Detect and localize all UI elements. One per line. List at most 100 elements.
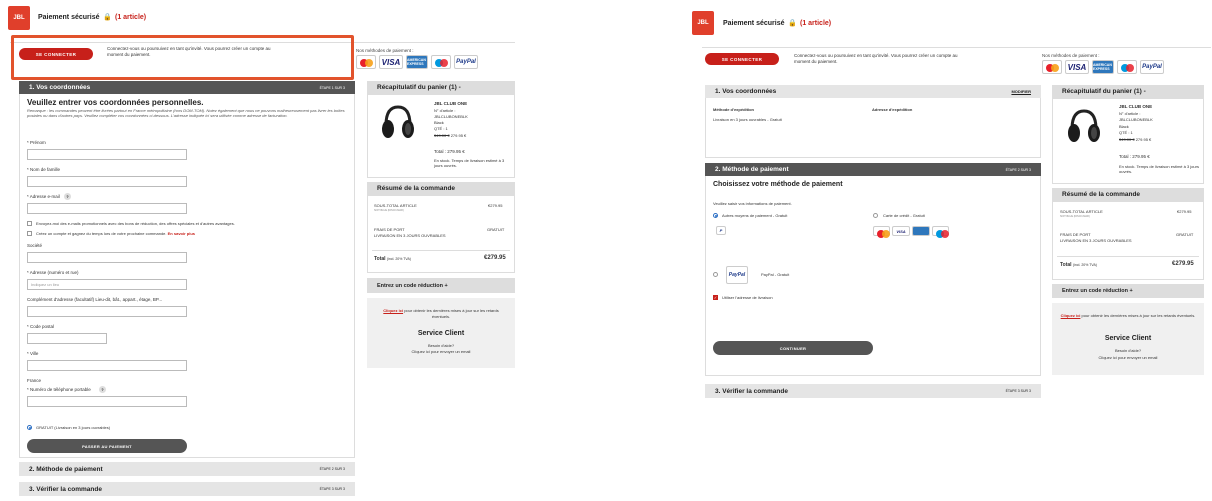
email-help-icon[interactable]: ? xyxy=(64,193,71,200)
newsletter-checkbox[interactable] xyxy=(27,221,32,226)
checkout-step2-panel: JBL Paiement sécurisé 🔒 (1 article) SE C… xyxy=(688,0,1212,501)
learn-more-link[interactable]: En savoir plus xyxy=(168,231,195,236)
form-heading: Veuillez entrer vos coordonnées personne… xyxy=(27,98,204,107)
last-name-label: * Nom de famille xyxy=(27,167,61,172)
last-name-input[interactable] xyxy=(27,176,187,187)
product-color: Black xyxy=(434,120,444,125)
article-count-link[interactable]: (1 article) xyxy=(800,20,831,27)
company-input[interactable] xyxy=(27,252,187,263)
product-name: JBL CLUB ONE xyxy=(434,101,468,106)
cart-summary-header[interactable]: Récapitulatif du panier (1) - xyxy=(1052,85,1204,98)
header-divider xyxy=(702,47,1211,48)
order-summary-header: Résumé de la commande xyxy=(367,182,515,195)
step3-title: 3. Vérifier la commande xyxy=(29,485,102,493)
paypal-icon: PayPal xyxy=(454,55,478,69)
subtotal-sub: SOIT BLUE (DISCO-MAR) xyxy=(1060,215,1090,218)
address-label: * Adresse (numéro et rue) xyxy=(27,270,79,275)
create-account-label: Créez un compte et gagnez du temps lors … xyxy=(36,231,195,236)
step3-title: 3. Vérifier la commande xyxy=(715,387,788,395)
service-contact-link[interactable]: Cliquez ici pour envoyer un email xyxy=(367,349,515,354)
shipping-free-label: GRATUIT (Livraison en 3 jours ouvrables) xyxy=(36,425,111,430)
promo-code-toggle[interactable]: Entrez un code réduction + xyxy=(1052,284,1204,298)
jbl-logo[interactable]: JBL xyxy=(8,6,30,30)
shipping-free-radio[interactable] xyxy=(27,425,32,430)
service-info: Cliquez ici pour obtenir les dernières m… xyxy=(383,308,499,319)
step1-header: 1. Vos coordonnées ÉTAPE 1 SUR 3 xyxy=(19,81,355,94)
step1-title: 1. Vos coordonnées xyxy=(715,88,777,95)
address-input[interactable]: Indiquez un lieu xyxy=(27,279,187,290)
maestro-icon xyxy=(1117,60,1137,74)
payment-cards: VISA AMERICAN EXPRESS PayPal xyxy=(356,55,478,69)
page-title: Paiement sécurisé xyxy=(723,20,785,27)
shipping-fee-value: GRATUIT xyxy=(487,227,505,232)
product-qty: QTÉ : 1 xyxy=(1119,130,1133,135)
service-contact-link[interactable]: Cliquez ici pour envoyer un email xyxy=(1052,355,1204,360)
use-shipping-address-checkbox[interactable]: ✓ xyxy=(713,295,718,300)
payment-methods-label: Nos méthodes de paiement : xyxy=(1042,53,1100,58)
stock-info: En stock. Temps de livraison estimé à 3 … xyxy=(434,158,505,168)
article-count-link[interactable]: (1 article) xyxy=(115,14,146,21)
step3-note: ÉTAPE 3 SUR 3 xyxy=(319,487,345,491)
step2-note: ÉTAPE 2 SUR 3 xyxy=(1005,167,1031,172)
email-label: * Adresse e-mail xyxy=(27,194,60,199)
phone-input[interactable] xyxy=(27,396,187,407)
continue-button[interactable]: CONTINUER xyxy=(713,341,873,355)
service-click-here-link[interactable]: Cliquez ici xyxy=(383,308,403,313)
maestro-icon xyxy=(932,226,949,238)
credit-card-label: Carte de crédit - Gratuit xyxy=(883,213,925,218)
shipping-fee-label: FRAIS DE PORT xyxy=(1060,232,1091,237)
product-sku: JBLCLUBONEBLK xyxy=(434,114,468,119)
email-input[interactable] xyxy=(27,203,187,214)
create-account-checkbox[interactable] xyxy=(27,231,32,236)
edit-step1-link[interactable]: MODIFIER xyxy=(1011,89,1031,94)
lock-icon: 🔒 xyxy=(788,20,797,27)
proceed-to-payment-button[interactable]: PASSER AU PAIEMENT xyxy=(27,439,187,453)
credit-card-icons: VISA xyxy=(873,226,949,238)
form-remark: Remarque : les commandes peuvent être li… xyxy=(27,108,345,118)
city-input[interactable] xyxy=(27,360,187,371)
other-methods-radio[interactable] xyxy=(713,213,718,218)
jbl-logo[interactable]: JBL xyxy=(692,11,714,35)
total-value: €279.95 xyxy=(1172,261,1194,267)
paypal-label: PayPal - Gratuit xyxy=(761,272,790,277)
mastercard-icon xyxy=(873,226,890,238)
subtotal-label: SOUS-TOTAL ARTICLE xyxy=(374,203,417,208)
promo-code-toggle[interactable]: Entrez un code réduction + xyxy=(367,278,515,293)
cart-summary-header[interactable]: Récapitulatif du panier (1) - xyxy=(367,81,515,94)
amex-icon: AMERICAN EXPRESS xyxy=(1092,60,1114,74)
amex-icon: AMERICAN EXPRESS xyxy=(406,55,428,69)
postal-code-input[interactable] xyxy=(27,333,107,344)
company-label: Société xyxy=(27,243,43,248)
step3-header[interactable]: 3. Vérifier la commande ÉTAPE 3 SUR 3 xyxy=(705,384,1041,398)
service-info: Cliquez ici pour obtenir les dernières m… xyxy=(1060,313,1196,318)
login-button[interactable]: SE CONNECTER xyxy=(705,53,779,65)
credit-card-radio[interactable] xyxy=(873,213,878,218)
phone-help-icon[interactable]: ? xyxy=(99,386,106,393)
shipping-fee-sub: LIVRAISON EN 3 JOURS OUVRABLES xyxy=(1060,238,1132,243)
first-name-input[interactable] xyxy=(27,149,187,160)
login-button[interactable]: SE CONNECTER xyxy=(19,48,93,60)
shipping-fee-value: GRATUIT xyxy=(1176,232,1194,237)
paypal-small-icon: P xyxy=(716,226,726,235)
service-click-here-link[interactable]: Cliquez ici xyxy=(1061,313,1081,318)
headphones-image xyxy=(382,105,414,138)
total-value: €279.95 xyxy=(484,255,506,261)
first-name-label: * Prénom xyxy=(27,140,46,145)
paypal-radio[interactable] xyxy=(713,272,718,277)
step3-header[interactable]: 3. Vérifier la commande ÉTAPE 3 SUR 3 xyxy=(19,482,355,496)
shipping-method-label: Méthode d'expédition xyxy=(713,107,754,112)
address2-input[interactable] xyxy=(27,306,187,317)
product-color: Black xyxy=(1119,124,1129,129)
paypal-icon: PayPal xyxy=(1140,60,1164,74)
product-total: Total : 279.95 € xyxy=(434,149,465,154)
newsletter-label: Envoyez-moi des e-mails promotionnels av… xyxy=(36,221,235,226)
article-number-label: N° d'article : xyxy=(1119,111,1141,116)
subtotal-label: SOUS-TOTAL ARTICLE xyxy=(1060,209,1103,214)
login-text: Connectez-vous ou poursuivez en tant qu'… xyxy=(794,53,958,64)
summary-divider xyxy=(372,250,510,251)
step2-header[interactable]: 2. Méthode de paiement ÉTAPE 2 SUR 3 xyxy=(19,462,355,476)
subtotal-value: €279.95 xyxy=(1177,209,1192,214)
lock-icon: 🔒 xyxy=(103,14,112,21)
step3-note: ÉTAPE 3 SUR 3 xyxy=(1005,389,1031,393)
payment-cards: VISA AMERICAN EXPRESS PayPal xyxy=(1042,60,1164,74)
